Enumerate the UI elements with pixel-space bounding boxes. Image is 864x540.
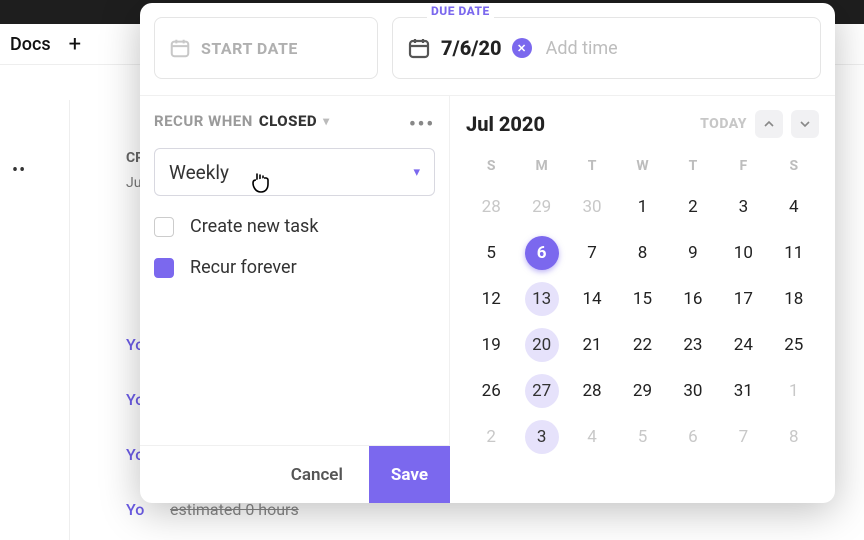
calendar-day[interactable]: 29	[516, 184, 566, 230]
calendar-day[interactable]: 2	[466, 414, 516, 460]
prev-month-button[interactable]	[755, 110, 783, 138]
calendar-day[interactable]: 16	[668, 276, 718, 322]
calendar-day[interactable]: 13	[516, 276, 566, 322]
calendar-day[interactable]: 3	[718, 184, 768, 230]
calendar-day[interactable]: 12	[466, 276, 516, 322]
more-options-button[interactable]: •••	[409, 114, 435, 135]
calendar-day[interactable]: 29	[617, 368, 667, 414]
start-date-placeholder: START DATE	[201, 39, 298, 58]
dow-header: M	[516, 152, 566, 184]
calendar-day[interactable]: 25	[769, 322, 819, 368]
calendar-day[interactable]: 3	[516, 414, 566, 460]
calendar-day[interactable]: 5	[617, 414, 667, 460]
calendar-day[interactable]: 28	[466, 184, 516, 230]
dow-header: T	[567, 152, 617, 184]
calendar-day[interactable]: 21	[567, 322, 617, 368]
chevron-down-icon: ▾	[323, 114, 330, 128]
tab-strip: Docs +	[0, 24, 140, 64]
calendar-day[interactable]: 7	[718, 414, 768, 460]
recurrence-pane: RECUR WHEN CLOSED ▾ ••• Weekly ▾ Create …	[140, 96, 450, 503]
calendar-day[interactable]: 1	[769, 368, 819, 414]
docs-tab[interactable]: Docs	[10, 34, 51, 55]
create-new-task-option[interactable]: Create new task	[154, 216, 435, 237]
recur-when-toggle[interactable]: RECUR WHEN CLOSED ▾	[154, 112, 435, 130]
cancel-button[interactable]: Cancel	[283, 465, 351, 485]
recur-forever-option[interactable]: Recur forever	[154, 257, 435, 278]
calendar-day[interactable]: 4	[769, 184, 819, 230]
calendar-day[interactable]: 27	[516, 368, 566, 414]
next-month-button[interactable]	[791, 110, 819, 138]
option-label: Recur forever	[190, 257, 297, 278]
calendar-day[interactable]: 22	[617, 322, 667, 368]
calendar-day[interactable]: 28	[567, 368, 617, 414]
calendar-day[interactable]: 26	[466, 368, 516, 414]
calendar-day[interactable]: 15	[617, 276, 667, 322]
option-label: Create new task	[190, 216, 318, 237]
checkbox[interactable]	[154, 258, 174, 278]
chevron-down-icon: ▾	[413, 165, 420, 180]
calendar-icon	[169, 37, 191, 59]
calendar-day[interactable]: 8	[769, 414, 819, 460]
calendar-day[interactable]: 23	[668, 322, 718, 368]
today-button[interactable]: TODAY	[700, 116, 747, 132]
due-date-field[interactable]: DUE DATE 7/6/20 ✕ Add time	[392, 17, 821, 79]
add-time-button[interactable]: Add time	[546, 38, 618, 59]
calendar-grid: SMTWTFS 28293012345678910111213141516171…	[466, 152, 819, 460]
dow-header: S	[769, 152, 819, 184]
calendar-day[interactable]: 19	[466, 322, 516, 368]
calendar-day[interactable]: 31	[718, 368, 768, 414]
add-tab-button[interactable]: +	[69, 32, 81, 57]
checkbox[interactable]	[154, 217, 174, 237]
modal-body: RECUR WHEN CLOSED ▾ ••• Weekly ▾ Create …	[140, 95, 835, 503]
date-recurrence-modal: START DATE DUE DATE 7/6/20 ✕ Add time RE…	[140, 3, 835, 503]
month-title: Jul 2020	[466, 112, 545, 136]
calendar-day[interactable]: 20	[516, 322, 566, 368]
recur-prefix: RECUR WHEN	[154, 112, 253, 130]
calendar-day[interactable]: 17	[718, 276, 768, 322]
calendar-day[interactable]: 11	[769, 230, 819, 276]
frequency-value: Weekly	[169, 161, 229, 184]
save-button[interactable]: Save	[369, 446, 450, 504]
recur-state: CLOSED	[259, 112, 317, 130]
calendar-day[interactable]: 2	[668, 184, 718, 230]
calendar-icon	[407, 36, 431, 60]
calendar-day[interactable]: 1	[617, 184, 667, 230]
left-rail	[0, 100, 70, 540]
dow-header: F	[718, 152, 768, 184]
calendar-day[interactable]: 9	[668, 230, 718, 276]
start-date-field[interactable]: START DATE	[154, 17, 378, 79]
calendar-header: Jul 2020 TODAY	[466, 110, 819, 138]
calendar-day[interactable]: 24	[718, 322, 768, 368]
dow-header: S	[466, 152, 516, 184]
dow-header: T	[668, 152, 718, 184]
calendar-day[interactable]: 4	[567, 414, 617, 460]
calendar-day[interactable]: 7	[567, 230, 617, 276]
calendar-day[interactable]: 30	[567, 184, 617, 230]
calendar-day[interactable]: 6	[668, 414, 718, 460]
calendar-day[interactable]: 8	[617, 230, 667, 276]
modal-footer: Cancel Save	[140, 445, 450, 503]
calendar-day[interactable]: 14	[567, 276, 617, 322]
due-date-label: DUE DATE	[427, 4, 494, 18]
due-date-value: 7/6/20	[441, 36, 502, 60]
calendar-day[interactable]: 30	[668, 368, 718, 414]
dow-header: W	[617, 152, 667, 184]
calendar-day[interactable]: 6	[516, 230, 566, 276]
clear-due-date-button[interactable]: ✕	[512, 38, 532, 58]
calendar-day[interactable]: 18	[769, 276, 819, 322]
calendar-pane: Jul 2020 TODAY SMTWTFS 28293012345678910…	[450, 96, 835, 503]
calendar-day[interactable]: 10	[718, 230, 768, 276]
more-icon[interactable]: ••	[12, 160, 26, 181]
frequency-select[interactable]: Weekly ▾	[154, 148, 435, 196]
date-fields-row: START DATE DUE DATE 7/6/20 ✕ Add time	[140, 3, 835, 87]
calendar-day[interactable]: 5	[466, 230, 516, 276]
